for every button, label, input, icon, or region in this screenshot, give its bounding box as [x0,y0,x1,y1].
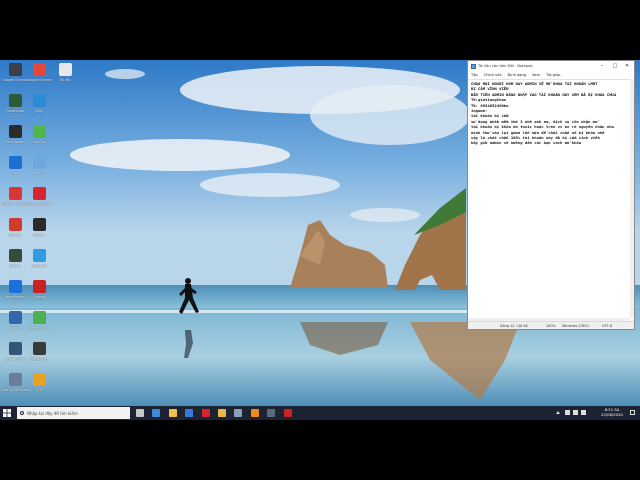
desktop-shortcut-label: Telegram [31,264,47,268]
desktop-shortcut-label: Tài liệu [59,78,71,82]
clock-date: 22/06/2020 [601,412,623,417]
desktop-shortcut[interactable]: Roblox [24,215,54,245]
notepad-status-bar: Dòng 12, Cột 48 100% Windows (CRLF) UTF-… [468,321,634,329]
app-icon-dark [32,342,46,355]
network-icon[interactable] [565,410,570,415]
desktop-shortcut-label: Zalo [35,109,43,113]
notepad-title-bar[interactable]: Tài liệu văn bản Mới - Notepad – □ ✕ [468,61,634,71]
volume-icon[interactable] [573,410,578,415]
green-app-icon [32,125,46,138]
desktop-shortcut[interactable]: Tài liệu [50,60,80,90]
notepad-text-area[interactable]: CHÀO MỌI NGƯỜI HÔM NAY ADMIN SẼ MỞ KHÓA … [468,79,630,318]
chrome-icon [32,63,46,76]
desktop-shortcut-label: Garena [33,295,45,299]
desktop-shortcut-label: Recycle Bin [29,326,49,330]
desktop-shortcut-label: VLC [35,388,43,392]
status-line-ending: Windows (CRLF) [562,323,590,328]
text-line: bây giờ admin sẽ hướng dẫn các bạn cách … [471,140,582,146]
menu-help[interactable]: Trợ giúp [546,73,560,77]
file-explorer-icon[interactable] [168,409,177,417]
app-icon-dark [8,63,22,76]
minimize-icon[interactable]: – [596,61,608,71]
desktop-shortcut-label: Notepad++ [29,357,49,361]
app-icon [8,342,22,355]
taskbar: Nhập tại đây để tìm kiếm 8:51 SA 22/06/2… [0,406,640,420]
chevron-up-icon[interactable] [556,411,560,414]
taskbar-search-box[interactable]: Nhập tại đây để tìm kiếm [17,407,130,419]
recycle-icon [32,311,46,324]
desktop-screen: Google Chrome Google Chrome Tài liệu GameLo… [0,60,640,420]
taskbar-clock[interactable]: 8:51 SA 22/06/2020 [598,407,626,417]
app-icon[interactable] [234,409,243,417]
menu-view[interactable]: Xem [532,73,540,77]
windows-start-icon[interactable] [3,409,11,417]
desktop-shortcut-label: Roblox [33,233,45,237]
vlc-icon[interactable] [250,409,259,417]
garena-icon [8,218,22,231]
desktop-shortcut[interactable]: Zalo [24,91,54,121]
desktop-shortcut[interactable]: Opera Browser [24,184,54,214]
app-icon [8,311,22,324]
desktop-shortcut-label: Opera Browser [26,202,52,206]
search-icon [20,411,24,415]
desktop-shortcut-label: This PC [32,171,46,175]
teamviewer-icon [8,280,22,293]
search-placeholder: Nhập tại đây để tìm kiếm [27,410,78,416]
computer-icon [32,156,46,169]
red-app-icon [8,187,22,200]
vertical-scrollbar[interactable] [630,79,634,318]
opera-icon [32,187,46,200]
app-icon[interactable] [267,409,276,417]
store-icon[interactable] [185,409,194,417]
notepad-title: Tài liệu văn bản Mới - Notepad [478,64,533,68]
text-line: tài khoản bị khóa do toxic hoặc treo vv … [471,124,614,130]
notification-icon[interactable] [630,410,635,415]
task-view-icon[interactable] [136,409,144,417]
notepad-window[interactable]: Tài liệu văn bản Mới - Notepad – □ ✕ Tệp… [467,60,635,330]
status-encoding: UTF-8 [602,323,612,328]
zalo-icon [32,94,46,107]
opera-icon[interactable] [201,409,210,417]
status-zoom: 100% [546,323,556,328]
document-icon [58,63,72,76]
app-icon-dark [8,125,22,138]
red-app-icon [32,280,46,293]
edge-icon[interactable] [152,409,161,417]
desktop-shortcut[interactable]: Coc Coc [24,122,54,152]
zalo-icon [8,156,22,169]
app-icon-dark [32,218,46,231]
maximize-icon[interactable]: □ [609,61,621,71]
desktop-shortcut-label: Coc Coc [32,140,46,144]
menu-file[interactable]: Tệp [471,73,478,77]
desktop-shortcut[interactable]: Notepad++ [24,339,54,369]
desktop-shortcut[interactable]: VLC [24,370,54,400]
menu-format[interactable]: Định dạng [508,73,527,77]
desktop-shortcut[interactable]: Telegram [24,246,54,276]
desktop-shortcut[interactable]: Garena [24,277,54,307]
menu-edit[interactable]: Chỉnh sửa [484,73,502,77]
status-cursor-position: Dòng 12, Cột 48 [500,323,528,328]
folder-icon[interactable] [218,409,226,417]
app-icon-dark [8,249,22,262]
recorder-icon[interactable] [283,409,292,417]
app-icon [8,373,22,386]
close-icon[interactable]: ✕ [621,61,633,71]
app-icon [32,373,46,386]
desktop-shortcut[interactable]: Recycle Bin [24,308,54,338]
telegram-icon [32,249,46,262]
notepad-icon [471,63,476,69]
app-icon-dark [8,94,22,107]
language-icon[interactable] [581,410,586,415]
desktop-shortcut[interactable]: This PC [24,153,54,183]
